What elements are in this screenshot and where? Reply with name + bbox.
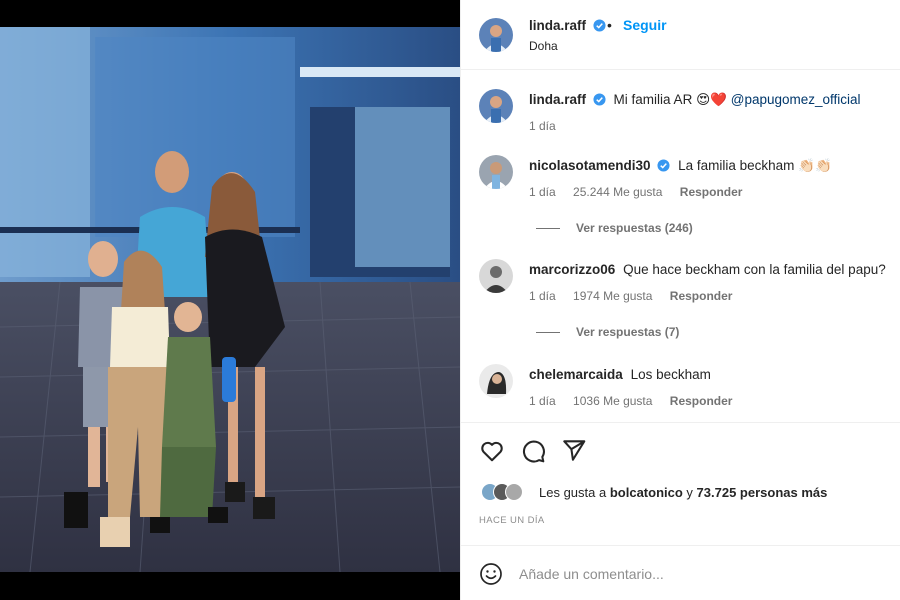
follow-button[interactable]: Seguir: [623, 17, 667, 33]
post-header: linda.raff • Seguir Doha: [461, 0, 900, 70]
verified-badge-icon: [657, 159, 670, 172]
comment-username[interactable]: chelemarcaida: [529, 367, 623, 382]
post-location[interactable]: Doha: [529, 39, 558, 53]
post-photo[interactable]: [0, 27, 460, 572]
comment-line: chelemarcaida Los beckham: [529, 367, 711, 382]
view-replies-button[interactable]: Ver respuestas (246): [536, 221, 693, 235]
add-comment-bar: [461, 545, 900, 600]
actions-divider: [461, 422, 900, 423]
author-username[interactable]: linda.raff: [529, 18, 586, 33]
likes-connector: y: [686, 485, 693, 500]
likes-prefix: Les gusta a: [539, 485, 607, 500]
post-photo-panel: [0, 0, 460, 600]
smiley-icon[interactable]: [479, 562, 503, 586]
heart-icon[interactable]: [479, 438, 505, 464]
comment-text: Los beckham: [630, 367, 711, 382]
caption-username[interactable]: linda.raff: [529, 92, 586, 107]
author-avatar[interactable]: [479, 18, 513, 52]
photo-letterbox-top: [0, 0, 460, 27]
comment-time[interactable]: 1 día: [529, 289, 556, 303]
caption-line: linda.raff Mi familia AR 😍❤️ @papugomez_…: [529, 92, 861, 108]
comment-meta: 1 día 1974 Me gusta Responder: [529, 289, 746, 303]
comment-bubble-icon[interactable]: [520, 438, 546, 464]
photo-letterbox-bottom: [0, 572, 460, 600]
liker-username-link[interactable]: bolcatonico: [610, 485, 683, 500]
comment-line: marcorizzo06 Que hace beckham con la fam…: [529, 262, 886, 277]
caption-meta: 1 día: [529, 119, 570, 133]
post-details-panel: linda.raff • Seguir Doha linda.raff Mi f…: [460, 0, 900, 600]
author-line: linda.raff: [529, 17, 607, 35]
view-replies-button[interactable]: Ver respuestas (7): [536, 325, 679, 339]
commenter-avatar[interactable]: [479, 364, 513, 398]
view-replies-label: Ver respuestas (7): [576, 325, 680, 339]
comment-likes-count[interactable]: 1036 Me gusta: [573, 394, 652, 408]
commenter-avatar[interactable]: [479, 155, 513, 189]
verified-badge-icon: [593, 19, 607, 32]
comment-line: nicolasotamendi30 La familia beckham 👏🏻👏…: [529, 158, 832, 174]
comment-meta: 1 día 25.244 Me gusta Responder: [529, 185, 756, 199]
liker-avatar: [505, 483, 523, 501]
caption-author-avatar[interactable]: [479, 89, 513, 123]
comment-text: La familia beckham 👏🏻👏🏻: [678, 158, 832, 173]
likes-others-link[interactable]: 73.725 personas más: [697, 485, 828, 500]
comment-time[interactable]: 1 día: [529, 394, 556, 408]
caption-text: Mi familia AR: [613, 92, 693, 107]
caption-mention-link[interactable]: @papugomez_official: [731, 92, 861, 107]
comment-likes-count[interactable]: 1974 Me gusta: [573, 289, 652, 303]
caption-emojis: 😍❤️: [696, 92, 727, 107]
comment-text: Que hace beckham con la familia del papu…: [623, 262, 886, 277]
comment-username[interactable]: nicolasotamendi30: [529, 158, 651, 173]
reply-button[interactable]: Responder: [680, 185, 743, 199]
paper-plane-icon[interactable]: [561, 437, 587, 463]
liker-avatars: [481, 482, 537, 502]
replies-divider-line: [536, 332, 560, 334]
post-timestamp[interactable]: HACE UN DÍA: [479, 515, 545, 526]
commenter-avatar[interactable]: [479, 259, 513, 293]
header-separator: •: [607, 17, 612, 33]
reply-button[interactable]: Responder: [670, 289, 733, 303]
comment-time[interactable]: 1 día: [529, 185, 556, 199]
likes-summary-row[interactable]: Les gusta a bolcatonico y 73.725 persona…: [481, 482, 900, 504]
comment-input[interactable]: [519, 563, 869, 585]
comment-likes-count[interactable]: 25.244 Me gusta: [573, 185, 662, 199]
reply-button[interactable]: Responder: [670, 394, 733, 408]
caption-time[interactable]: 1 día: [529, 119, 556, 133]
verified-badge-icon: [593, 93, 606, 106]
comment-meta: 1 día 1036 Me gusta Responder: [529, 394, 746, 408]
comment-username[interactable]: marcorizzo06: [529, 262, 615, 277]
replies-divider-line: [536, 228, 560, 230]
view-replies-label: Ver respuestas (246): [576, 221, 693, 235]
likes-summary-text: Les gusta a bolcatonico y 73.725 persona…: [539, 485, 827, 500]
